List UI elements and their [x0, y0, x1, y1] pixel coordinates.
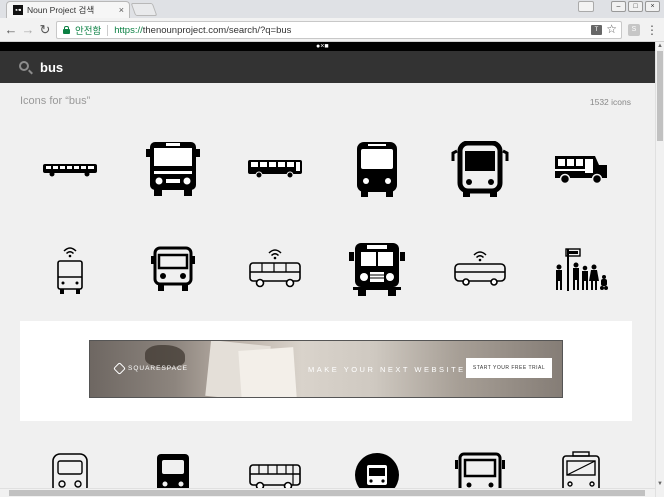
- minimize-button[interactable]: –: [611, 1, 626, 12]
- ad-photo-sheet: [238, 347, 297, 397]
- results-title: Icons for “bus”: [20, 95, 91, 107]
- bus-side-long-icon[interactable]: [33, 138, 107, 200]
- new-tab-button[interactable]: [130, 3, 158, 16]
- tab-strip: ●×■ Noun Project 검색 × – □ ×: [0, 0, 664, 18]
- ad-brand-name: SQUARESPACE: [128, 365, 189, 372]
- profile-icon[interactable]: [578, 1, 594, 12]
- search-input[interactable]: [40, 59, 440, 75]
- url-path: thenounproject.com/search/?q=bus: [142, 24, 292, 36]
- wifi-bus-side-outline-icon[interactable]: [443, 238, 517, 300]
- search-bar: [0, 51, 655, 83]
- extension-icon[interactable]: S: [628, 24, 640, 36]
- school-bus-front-icon[interactable]: [340, 238, 414, 300]
- close-window-button[interactable]: ×: [645, 1, 660, 12]
- tab-title: Noun Project 검색: [27, 5, 95, 15]
- bus-side-icon[interactable]: [238, 138, 312, 200]
- noun-project-favicon-icon: ●×■: [13, 5, 23, 15]
- ad-headline: MAKE YOUR NEXT WEBSITE: [308, 365, 466, 374]
- secure-label: 안전함: [75, 26, 102, 37]
- ad-cta-button[interactable]: START YOUR FREE TRIAL: [466, 358, 552, 378]
- window-controls: – □ ×: [611, 1, 660, 12]
- forward-arrow-icon[interactable]: →: [20, 22, 36, 38]
- horizontal-scrollbar-thumb[interactable]: [9, 490, 645, 496]
- bus-front-icon[interactable]: [136, 138, 210, 200]
- lock-icon: [63, 26, 70, 34]
- squarespace-ad-banner[interactable]: SQUARESPACE MAKE YOUR NEXT WEBSITE START…: [89, 340, 563, 398]
- bus-stop-people-icon[interactable]: [544, 238, 618, 300]
- scroll-up-arrow-icon[interactable]: ▲: [657, 43, 663, 49]
- divider: [107, 24, 109, 36]
- url-scheme: https://: [114, 24, 143, 36]
- maximize-button[interactable]: □: [628, 1, 643, 12]
- squarespace-logo-icon: [113, 362, 126, 375]
- wifi-bus-side-outline-icon[interactable]: [238, 238, 312, 300]
- back-arrow-icon[interactable]: ←: [3, 22, 19, 38]
- wifi-bus-front-outline-icon[interactable]: [33, 238, 107, 300]
- vertical-scrollbar[interactable]: ▲ ▼: [655, 42, 664, 497]
- horizontal-scrollbar[interactable]: [0, 488, 655, 497]
- school-bus-side-icon[interactable]: [544, 138, 618, 200]
- scroll-down-arrow-icon[interactable]: ▼: [657, 481, 663, 487]
- browser-toolbar: ← → ↻ 안전함 https:// thenounproject.com/se…: [0, 18, 664, 42]
- browser-tab[interactable]: ●×■ Noun Project 검색 ×: [6, 1, 130, 18]
- bus-front-rounded-icon[interactable]: [340, 138, 414, 200]
- bookmark-star-icon[interactable]: ☆: [606, 22, 617, 36]
- browser-window: ●×■ Noun Project 검색 × – □ × ← → ↻ 안전함 ht…: [0, 0, 664, 497]
- advertisement-panel: SQUARESPACE MAKE YOUR NEXT WEBSITE START…: [20, 321, 632, 421]
- page-content: ●×■ Icons for “bus” 1532 icons: [0, 42, 655, 497]
- menu-dots-icon[interactable]: ⋮: [646, 22, 658, 38]
- site-topbar: ●×■: [0, 42, 655, 51]
- bus-front-outline-icon[interactable]: [443, 138, 517, 200]
- noun-project-logo[interactable]: ●×■: [316, 43, 329, 50]
- address-bar[interactable]: 안전함 https:// thenounproject.com/search/?…: [56, 21, 622, 39]
- ad-brand: SQUARESPACE: [113, 362, 189, 375]
- bus-front-outline-icon[interactable]: [136, 238, 210, 300]
- search-icon[interactable]: [19, 61, 29, 71]
- scrollbar-thumb[interactable]: [657, 51, 663, 141]
- translate-icon[interactable]: T: [591, 25, 602, 35]
- close-tab-icon[interactable]: ×: [119, 5, 124, 15]
- reload-icon[interactable]: ↻: [37, 22, 53, 38]
- results-count: 1532 icons: [589, 97, 631, 107]
